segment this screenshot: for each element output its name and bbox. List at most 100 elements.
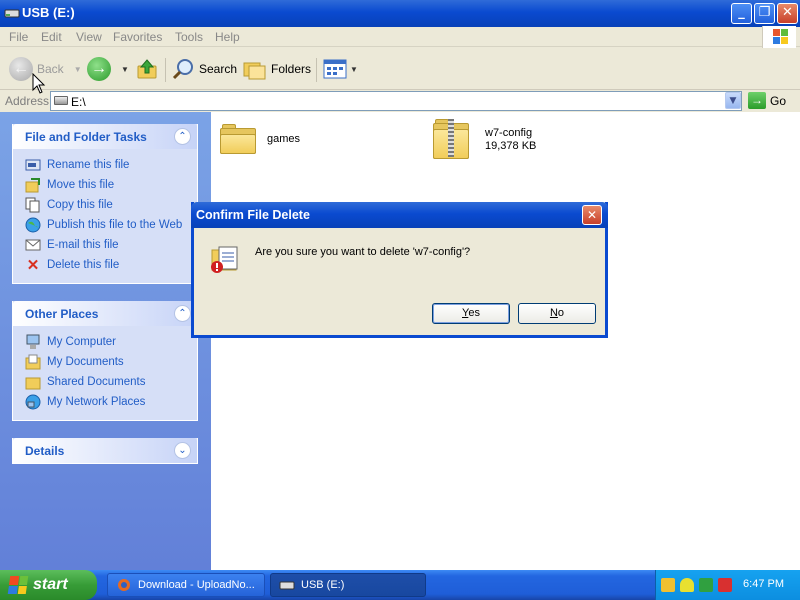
toolbar-separator [316, 58, 317, 82]
search-button[interactable]: Search [171, 56, 237, 82]
folders-button[interactable]: Folders [243, 56, 311, 82]
folders-icon [243, 62, 266, 80]
up-folder-icon [137, 59, 157, 79]
task-move[interactable]: Move this file [25, 175, 197, 195]
confirm-delete-dialog: Confirm File Delete ✕ Are you sure you w… [191, 202, 608, 338]
close-button[interactable]: ✕ [777, 3, 798, 24]
task-label: Rename this file [47, 159, 130, 171]
menu-tools[interactable]: Tools [175, 30, 203, 44]
mouse-cursor-icon [32, 73, 46, 94]
folder-item-games[interactable]: games [220, 124, 300, 154]
expand-icon[interactable]: ⌄ [174, 442, 191, 459]
back-arrow-icon: ← [9, 57, 33, 81]
taskbar-item-usb[interactable]: USB (E:) [270, 573, 426, 597]
task-pane: File and Folder Tasks ⌃ Rename this file… [0, 112, 211, 570]
task-delete[interactable]: ✕ Delete this file [25, 255, 197, 275]
menu-help[interactable]: Help [215, 30, 240, 44]
system-tray: 6:47 PM [655, 570, 800, 600]
place-label: My Computer [47, 336, 117, 348]
tray-shield-icon[interactable] [680, 578, 694, 592]
task-label: E-mail this file [47, 239, 119, 251]
dialog-title-bar: Confirm File Delete ✕ [191, 202, 608, 228]
copy-icon [25, 197, 41, 213]
file-size: 19,378 KB [485, 140, 537, 152]
drive-icon [4, 9, 20, 18]
go-arrow-icon: → [748, 92, 766, 109]
task-copy[interactable]: Copy this file [25, 195, 197, 215]
other-places-title: Other Places [25, 307, 99, 321]
search-icon [172, 59, 193, 80]
email-icon [25, 237, 41, 253]
menu-favorites[interactable]: Favorites [113, 30, 162, 44]
menu-view[interactable]: View [76, 30, 102, 44]
window-title: USB (E:) [22, 5, 75, 20]
place-label: Shared Documents [47, 376, 146, 388]
place-my-computer[interactable]: My Computer [25, 332, 197, 352]
folders-label: Folders [271, 62, 312, 76]
chevron-down-icon[interactable]: ▼ [74, 65, 82, 74]
taskbar: start Download - UploadNo... USB (E:) 6:… [0, 570, 800, 600]
place-shared-documents[interactable]: Shared Documents [25, 372, 197, 392]
maximize-button[interactable]: ❐ [754, 3, 775, 24]
zip-folder-icon [433, 119, 469, 159]
address-input[interactable]: E:\ [50, 91, 742, 111]
windows-logo-icon [762, 26, 796, 48]
yes-label: es [468, 307, 480, 319]
chevron-down-icon[interactable]: ▼ [121, 65, 129, 74]
address-dropdown-button[interactable]: ▼ [725, 92, 741, 109]
no-button[interactable]: No [518, 303, 596, 324]
delete-file-warning-icon [211, 246, 238, 273]
no-label: o [557, 307, 565, 319]
task-label: Copy this file [47, 199, 113, 211]
file-item-w7-config[interactable]: w7-config 19,378 KB [433, 119, 536, 159]
place-label: My Documents [47, 356, 124, 368]
drive-icon [279, 581, 295, 590]
details-header[interactable]: Details ⌄ [13, 438, 197, 463]
tray-security-alert-icon[interactable] [718, 578, 732, 592]
taskbar-item-label: USB (E:) [301, 579, 345, 591]
my-documents-icon [25, 354, 41, 370]
go-button[interactable]: → Go [748, 92, 786, 109]
minimize-button[interactable]: _ [731, 3, 752, 24]
chevron-down-icon: ▼ [350, 64, 358, 74]
task-email[interactable]: E-mail this file [25, 235, 197, 255]
taskbar-item-download[interactable]: Download - UploadNo... [107, 573, 265, 597]
network-places-icon [25, 394, 41, 410]
move-icon [25, 177, 41, 193]
menu-edit[interactable]: Edit [41, 30, 62, 44]
up-folder-button[interactable] [136, 56, 158, 82]
tray-antivirus-icon[interactable] [699, 578, 713, 592]
details-box: Details ⌄ [12, 438, 198, 464]
drive-icon [54, 96, 68, 105]
collapse-icon[interactable]: ⌃ [174, 128, 191, 145]
go-label: Go [770, 93, 787, 108]
start-label: start [33, 576, 68, 593]
dialog-close-button[interactable]: ✕ [582, 205, 602, 225]
views-button[interactable]: ▼ [323, 56, 358, 82]
title-bar: USB (E:) _ ❐ ✕ [0, 0, 800, 27]
task-label: Publish this file to the Web [47, 219, 183, 231]
other-places-box: Other Places ⌃ My Computer My Documents … [12, 301, 198, 421]
my-computer-icon [25, 334, 41, 350]
clock: 6:47 PM [743, 578, 784, 590]
task-rename[interactable]: Rename this file [25, 155, 197, 175]
start-button[interactable]: start [0, 570, 97, 600]
place-my-documents[interactable]: My Documents [25, 352, 197, 372]
forward-button[interactable]: → ▼ [87, 56, 129, 82]
task-publish[interactable]: Publish this file to the Web [25, 215, 197, 235]
views-icon [323, 59, 347, 79]
file-folder-tasks-header[interactable]: File and Folder Tasks ⌃ [13, 124, 197, 149]
tray-network-icon[interactable] [661, 578, 675, 592]
file-list-pane[interactable]: games w7-config 19,378 KB [211, 112, 800, 570]
place-my-network-places[interactable]: My Network Places [25, 392, 197, 412]
shared-documents-icon [25, 374, 41, 390]
task-label: Move this file [47, 179, 115, 191]
folder-icon [220, 124, 256, 154]
collapse-icon[interactable]: ⌃ [174, 305, 191, 322]
other-places-header[interactable]: Other Places ⌃ [13, 301, 197, 326]
menu-file[interactable]: File [9, 30, 28, 44]
firefox-icon [118, 579, 130, 591]
menu-bar: File Edit View Favorites Tools Help [0, 27, 800, 47]
yes-button[interactable]: Yes [432, 303, 510, 324]
delete-x-icon: ✕ [26, 257, 40, 274]
